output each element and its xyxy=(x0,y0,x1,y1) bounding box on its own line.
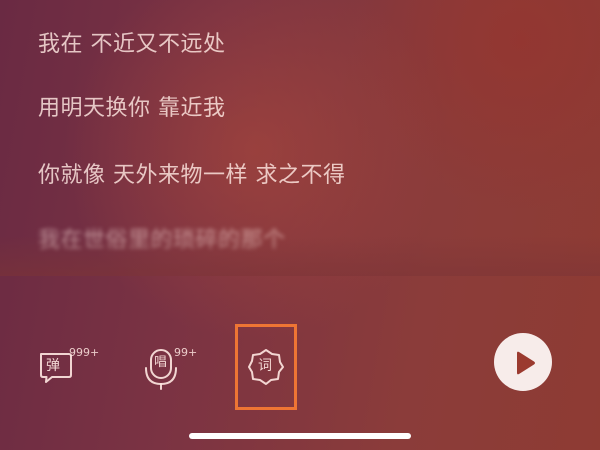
sing-glyph: 唱 xyxy=(154,355,168,370)
danmaku-count-badge: 999+ xyxy=(69,346,100,359)
play-icon xyxy=(517,351,535,375)
home-indicator[interactable] xyxy=(189,433,411,439)
play-button[interactable] xyxy=(494,333,552,391)
danmaku-glyph: 弹 xyxy=(46,358,60,374)
lyric-line[interactable]: 我在 不近又不远处 xyxy=(38,26,226,58)
sing-count-badge: 99+ xyxy=(174,346,198,359)
highlight-box xyxy=(235,324,297,410)
lyric-line[interactable]: 你就像 天外来物一样 求之不得 xyxy=(38,157,346,189)
lyric-line[interactable]: 用明天换你 靠近我 xyxy=(38,90,226,122)
lyrics-fade xyxy=(0,236,600,276)
